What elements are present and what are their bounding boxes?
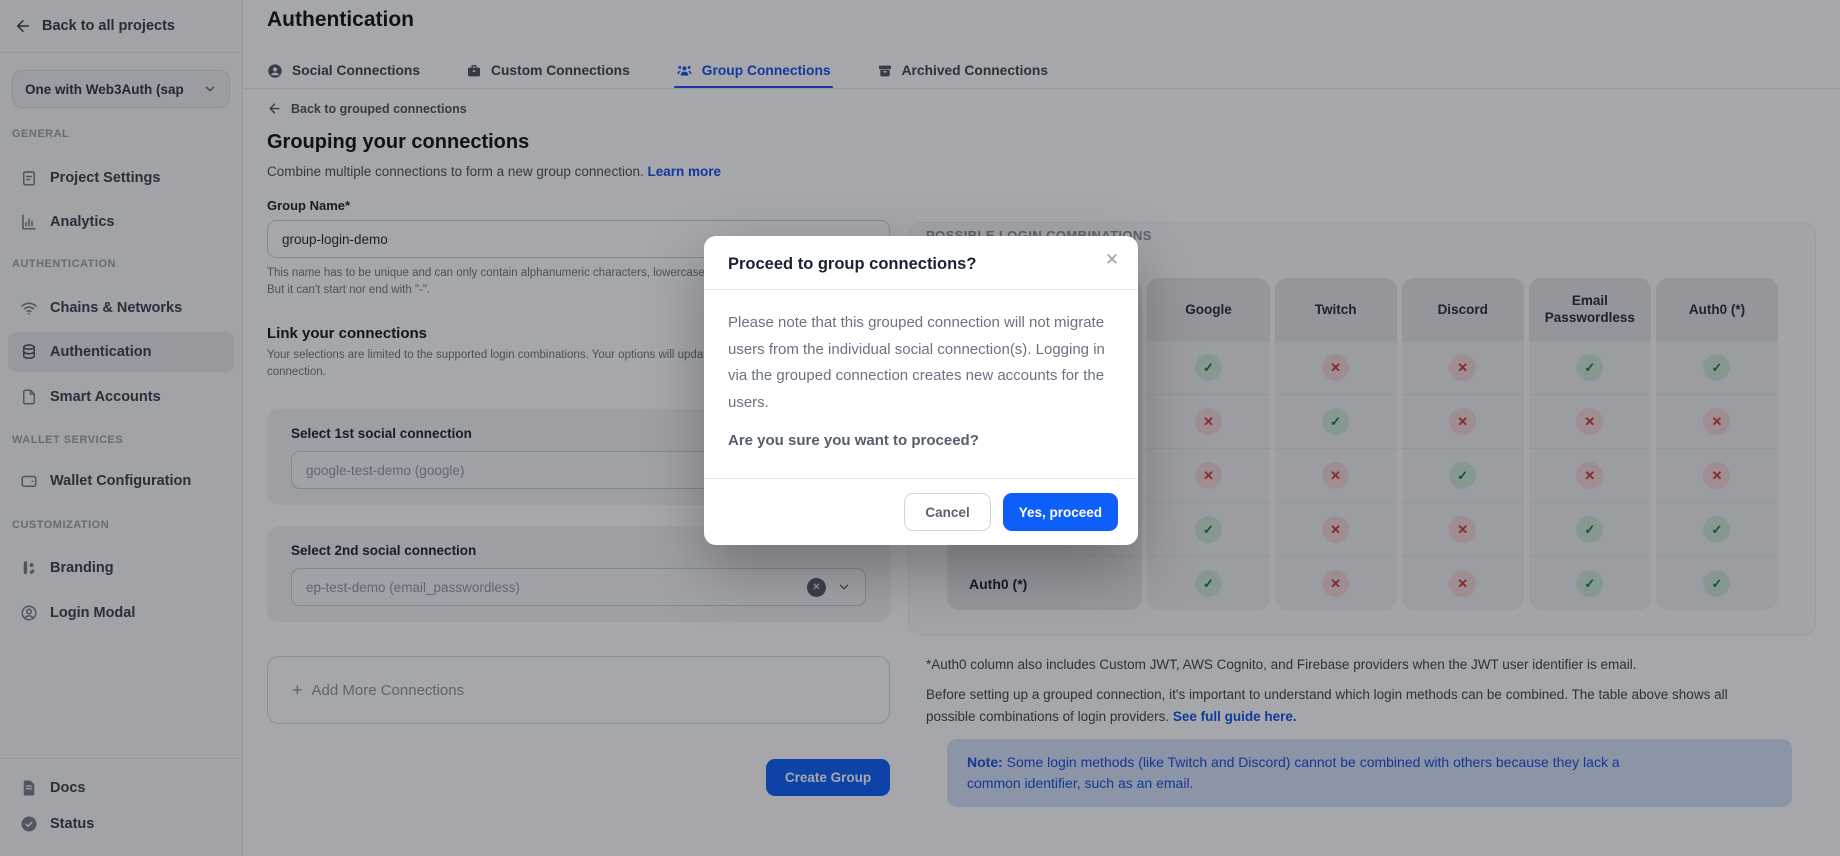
modal-body-text: Please note that this grouped connection… (728, 310, 1114, 416)
cancel-button[interactable]: Cancel (904, 493, 990, 531)
modal-header: Proceed to group connections? ✕ (704, 236, 1138, 290)
modal-confirm-question: Are you sure you want to proceed? (728, 428, 1114, 455)
modal-title: Proceed to group connections? (728, 255, 1114, 274)
proceed-modal: Proceed to group connections? ✕ Please n… (704, 236, 1138, 545)
close-icon[interactable]: ✕ (1100, 248, 1124, 272)
modal-footer: Cancel Yes, proceed (704, 478, 1138, 545)
modal-body: Please note that this grouped connection… (704, 290, 1138, 455)
yes-proceed-button[interactable]: Yes, proceed (1003, 493, 1118, 531)
